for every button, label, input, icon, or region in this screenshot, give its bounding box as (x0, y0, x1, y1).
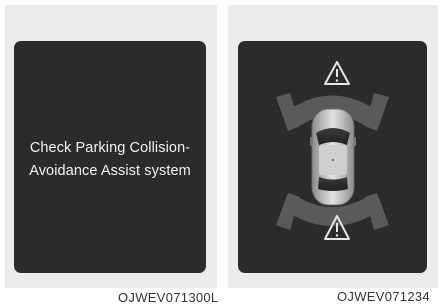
cluster-display-parking (238, 41, 427, 273)
warning-message: Check Parking Collision- Avoidance Assis… (14, 137, 206, 183)
warning-message-line-1: Check Parking Collision- (29, 140, 191, 156)
parking-assist-graphic (276, 61, 389, 240)
cluster-display-message: Check Parking Collision- Avoidance Assis… (14, 41, 206, 273)
figure-code-right: OJWEV071234 (337, 289, 430, 304)
left-figure-panel: Check Parking Collision- Avoidance Assis… (5, 5, 217, 288)
car-top-view-icon (310, 108, 356, 206)
warning-message-line-2: Avoidance Assist system (29, 163, 191, 179)
warning-triangle-icon (324, 61, 350, 85)
right-figure-panel (228, 5, 438, 288)
figure-code-left: OJWEV071300L (118, 290, 219, 305)
